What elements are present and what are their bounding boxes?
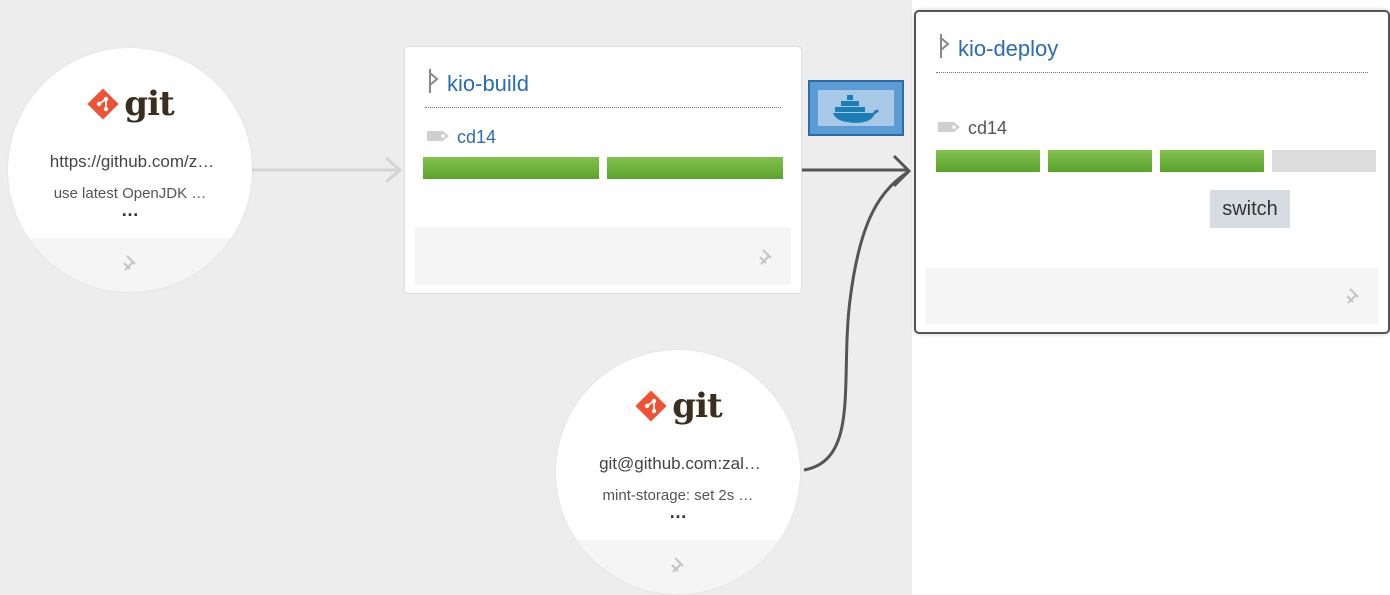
job-title[interactable]: kio-build	[447, 71, 529, 97]
job-footer	[415, 227, 791, 285]
job-footer	[926, 268, 1378, 324]
build-history	[423, 157, 783, 179]
job-card-kio-build[interactable]: kio-build cd14	[404, 46, 802, 294]
build-bar-succeeded[interactable]	[1160, 150, 1264, 172]
git-resource-2[interactable]: git git@github.com:zal… mint-storage: se…	[556, 350, 800, 594]
pin-icon[interactable]	[757, 248, 775, 271]
pin-icon[interactable]	[1344, 287, 1362, 310]
resource-footer	[556, 540, 800, 594]
job-tag-label: cd14	[968, 118, 1008, 138]
git-diamond-icon	[87, 88, 119, 120]
resource-more: …	[121, 200, 139, 220]
tag-icon	[936, 119, 962, 140]
build-bar-succeeded[interactable]	[423, 157, 599, 179]
arrow-git1-to-build	[385, 156, 403, 184]
switch-button[interactable]: switch	[1210, 190, 1290, 228]
job-card-kio-deploy[interactable]: kio-deploy cd14 switch	[914, 10, 1390, 334]
job-tag[interactable]: cd14	[425, 127, 496, 149]
resource-footer	[8, 238, 252, 292]
job-tag[interactable]: cd14	[936, 118, 1007, 140]
pin-icon[interactable]	[669, 556, 687, 579]
tag-icon	[425, 128, 451, 149]
git-logo: git	[8, 84, 252, 124]
resource-url: git@github.com:zal…	[599, 454, 761, 473]
pin-icon[interactable]	[121, 254, 139, 277]
docker-whale-icon	[833, 95, 879, 123]
job-title[interactable]: kio-deploy	[958, 36, 1058, 62]
arrow-into-deploy	[892, 154, 912, 188]
git-resource-1[interactable]: git https://github.com/z… use latest Ope…	[8, 48, 252, 292]
build-bar-pending[interactable]	[1272, 150, 1376, 172]
edge-git2-to-deploy	[803, 170, 909, 472]
build-bar-succeeded[interactable]	[607, 157, 783, 179]
build-history	[936, 150, 1376, 172]
git-logo-text: git	[124, 84, 174, 124]
docker-badge[interactable]	[808, 80, 904, 136]
git-logo-text: git	[672, 386, 722, 426]
docker-badge-inner	[818, 90, 894, 126]
resource-url: https://github.com/z…	[49, 152, 215, 171]
job-header: kio-deploy	[936, 32, 1368, 73]
git-logo: git	[556, 386, 800, 426]
build-bar-succeeded[interactable]	[1048, 150, 1152, 172]
build-bar-succeeded[interactable]	[936, 150, 1040, 172]
job-type-icon	[936, 32, 952, 65]
job-tag-label: cd14	[457, 127, 497, 147]
resource-more: …	[669, 502, 687, 522]
git-diamond-icon	[635, 390, 667, 422]
job-header: kio-build	[425, 67, 781, 108]
job-type-icon	[425, 67, 441, 100]
